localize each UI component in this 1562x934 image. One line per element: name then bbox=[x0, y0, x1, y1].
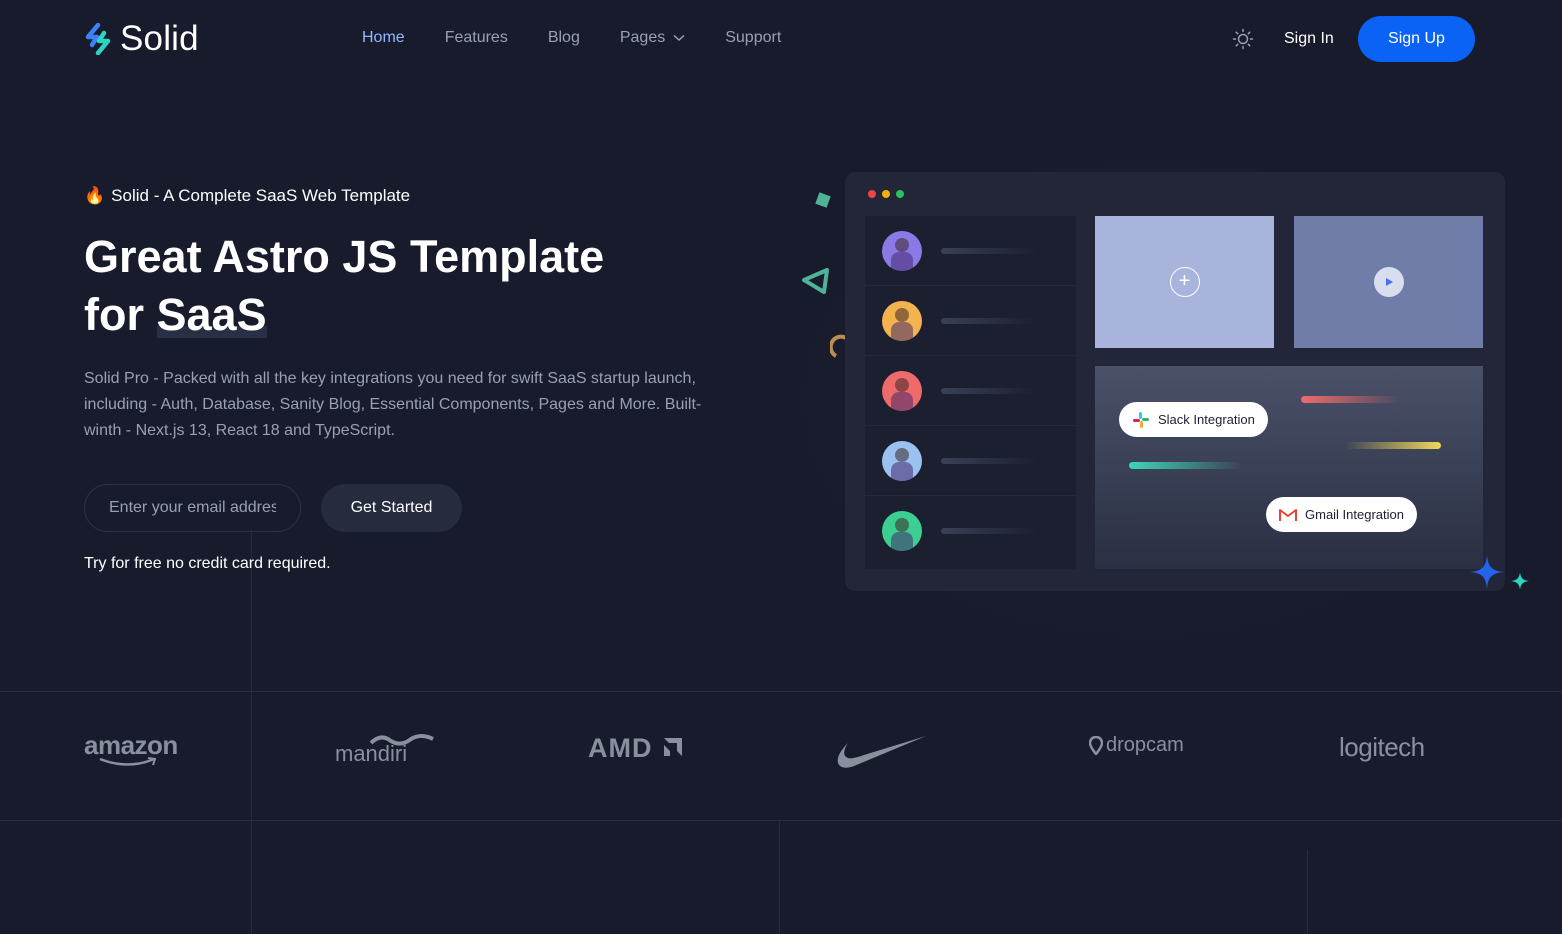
avatar bbox=[882, 370, 922, 411]
brand-nike-logo: nike bbox=[836, 734, 928, 770]
contact-list bbox=[865, 216, 1076, 569]
nav-support[interactable]: Support bbox=[725, 28, 781, 48]
grid-line bbox=[779, 820, 780, 934]
close-dot bbox=[868, 190, 876, 198]
hero-title-prefix: for bbox=[84, 289, 157, 340]
brand-amd-logo: AMD bbox=[588, 733, 686, 764]
diamond-shape bbox=[815, 192, 831, 208]
gmail-icon bbox=[1279, 508, 1297, 521]
list-item bbox=[865, 286, 1076, 356]
avatar bbox=[882, 300, 922, 341]
minimize-dot bbox=[882, 190, 890, 198]
hero-description: Solid Pro - Packed with all the key inte… bbox=[84, 370, 702, 439]
fire-icon: 🔥 bbox=[84, 186, 106, 205]
sun-icon[interactable] bbox=[1232, 28, 1254, 50]
email-input[interactable] bbox=[84, 484, 301, 532]
gmail-integration-pill: Gmail Integration bbox=[1266, 497, 1417, 532]
logo-icon bbox=[85, 23, 111, 55]
play-icon[interactable] bbox=[1373, 267, 1404, 297]
slack-integration-pill: Slack Integration bbox=[1119, 402, 1268, 437]
sign-in-link[interactable]: Sign In bbox=[1284, 29, 1334, 49]
brand-amd-text: AMD bbox=[588, 733, 653, 763]
nav-home[interactable]: Home bbox=[362, 28, 405, 48]
sparkle-small-icon bbox=[1511, 572, 1529, 590]
plus-icon[interactable]: + bbox=[1169, 267, 1200, 297]
decor-stripe-red bbox=[1301, 396, 1401, 403]
placeholder-bar bbox=[941, 317, 1037, 324]
amazon-smile-icon bbox=[99, 757, 157, 766]
sign-up-button[interactable]: Sign Up bbox=[1358, 16, 1475, 62]
avatar bbox=[882, 440, 922, 481]
window-controls bbox=[868, 190, 904, 198]
list-item bbox=[865, 496, 1076, 566]
site-header: Solid Home Features Blog Pages Support S… bbox=[0, 0, 1562, 78]
list-item bbox=[865, 356, 1076, 426]
get-started-button[interactable]: Get Started bbox=[321, 484, 462, 532]
brand-dropcam-text: dropcam bbox=[1106, 734, 1184, 756]
logo-text: Solid bbox=[120, 19, 199, 58]
main-nav: Home Features Blog Pages Support bbox=[362, 28, 781, 48]
divider bbox=[0, 820, 1562, 821]
brand-amazon-logo: amazon bbox=[84, 730, 188, 766]
placeholder-bar bbox=[941, 247, 1037, 254]
brand-logitech-text: logitech bbox=[1339, 732, 1425, 762]
decor-stripe-yellow bbox=[1345, 442, 1441, 449]
placeholder-bar bbox=[941, 387, 1037, 394]
slack-icon bbox=[1133, 411, 1149, 428]
hero-title-highlight: SaaS bbox=[156, 286, 267, 344]
hero-eyebrow: 🔥 Solid - A Complete SaaS Web Template bbox=[84, 186, 410, 206]
brand-mandiri-text: mandiri bbox=[335, 741, 408, 766]
nav-pages[interactable]: Pages bbox=[620, 28, 685, 48]
amd-arrow-icon bbox=[664, 738, 682, 756]
video-panel bbox=[1294, 216, 1483, 348]
upload-panel: + bbox=[1095, 216, 1274, 348]
hero-title-line1: Great Astro JS Template bbox=[84, 231, 605, 282]
free-trial-note: Try for free no credit card required. bbox=[84, 555, 331, 572]
avatar bbox=[882, 230, 922, 271]
brand-logitech-logo: logitech bbox=[1339, 732, 1433, 763]
gmail-integration-label: Gmail Integration bbox=[1305, 507, 1404, 522]
nav-features[interactable]: Features bbox=[445, 28, 508, 48]
location-pin-icon bbox=[1089, 736, 1103, 755]
maximize-dot bbox=[896, 190, 904, 198]
chevron-down-icon bbox=[673, 34, 685, 42]
slack-integration-label: Slack Integration bbox=[1158, 412, 1255, 427]
grid-line bbox=[251, 530, 252, 934]
hero-title: Great Astro JS Template for SaaS bbox=[84, 228, 724, 344]
list-item bbox=[865, 426, 1076, 496]
placeholder-bar bbox=[941, 528, 1037, 534]
triangle-shape bbox=[802, 268, 829, 294]
sparkle-icon bbox=[1470, 555, 1504, 589]
eyebrow-text: Solid - A Complete SaaS Web Template bbox=[111, 186, 411, 205]
list-item bbox=[865, 216, 1076, 286]
nike-swoosh-icon bbox=[837, 736, 926, 768]
nav-pages-label: Pages bbox=[619, 29, 666, 46]
logo[interactable]: Solid bbox=[84, 20, 199, 58]
placeholder-bar bbox=[941, 457, 1037, 464]
divider bbox=[0, 691, 1562, 692]
grid-line bbox=[1307, 850, 1308, 934]
nav-blog[interactable]: Blog bbox=[548, 28, 580, 48]
avatar bbox=[882, 511, 922, 551]
brand-dropcam-logo: dropcam bbox=[1089, 734, 1189, 757]
decor-stripe-teal bbox=[1129, 462, 1243, 469]
